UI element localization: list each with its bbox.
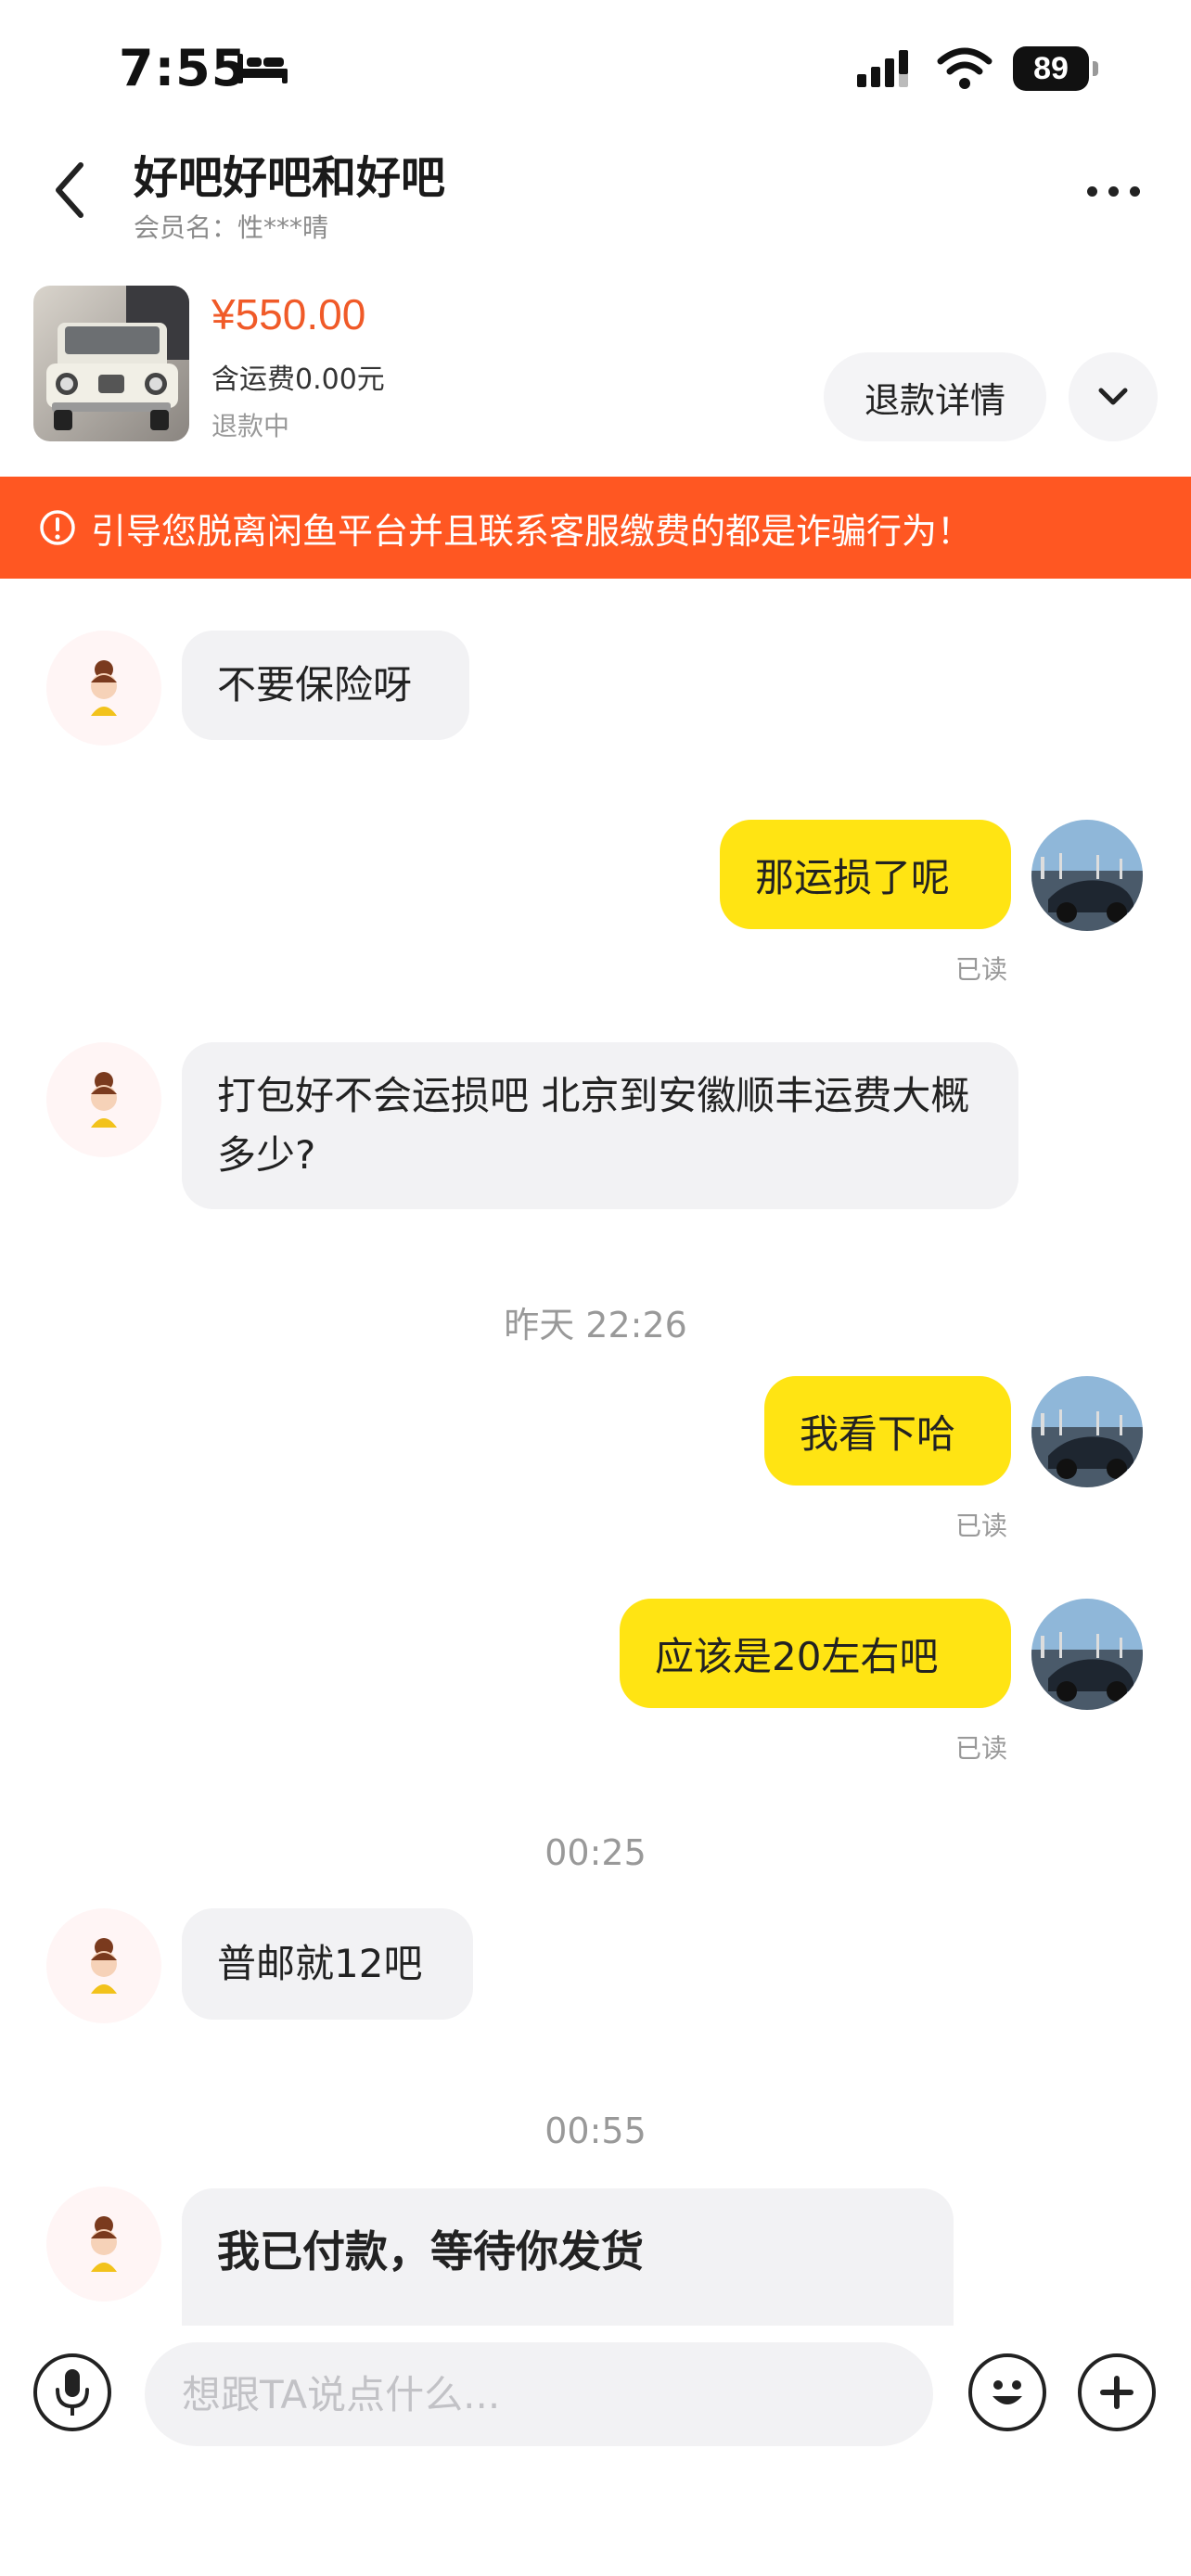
read-receipt: 已读 (955, 954, 1008, 985)
product-price: ¥550.00 (211, 290, 366, 338)
plus-icon (1100, 2376, 1133, 2409)
contact-avatar[interactable] (46, 631, 161, 746)
wifi-icon (937, 47, 992, 89)
read-receipt: 已读 (955, 1733, 1008, 1764)
timestamp: 00:25 (544, 1832, 647, 1873)
my-avatar[interactable] (1031, 1599, 1143, 1710)
timestamp: 00:55 (544, 2111, 647, 2151)
my-avatar[interactable] (1031, 820, 1143, 931)
timestamp: 昨天 22:26 (504, 1305, 687, 1345)
voice-button[interactable] (33, 2353, 111, 2431)
message-bubble-in[interactable]: 不要保险呀 (182, 631, 469, 740)
back-button[interactable] (37, 158, 102, 223)
signal-icon (857, 50, 908, 87)
bed-icon (237, 54, 288, 83)
expand-button[interactable] (1069, 352, 1158, 441)
chevron-down-icon (1098, 388, 1128, 405)
fraud-warning-banner: 引导您脱离闲鱼平台并且联系客服缴费的都是诈骗行为！ (0, 477, 1191, 579)
refund-detail-button[interactable]: 退款详情 (824, 352, 1046, 441)
product-thumbnail[interactable] (33, 286, 189, 441)
message-input[interactable] (145, 2342, 933, 2446)
warning-text: 引导您脱离闲鱼平台并且联系客服缴费的都是诈骗行为！ (91, 510, 973, 552)
emoji-button[interactable] (968, 2353, 1046, 2431)
message-bubble-in[interactable]: 普邮就12吧 (182, 1908, 473, 2020)
message-bubble-out[interactable]: 应该是20左右吧 (620, 1599, 1011, 1708)
contact-avatar[interactable] (46, 1042, 161, 1157)
back-icon (56, 162, 83, 218)
alert-icon (40, 510, 75, 545)
more-icon (1086, 185, 1097, 197)
shipping-fee: 含运费0.00元 (211, 363, 385, 396)
plus-button[interactable] (1078, 2353, 1156, 2431)
member-name: 会员名：性***晴 (134, 212, 329, 243)
message-bubble-out[interactable]: 我看下哈 (764, 1376, 1011, 1486)
contact-avatar[interactable] (46, 1908, 161, 2023)
chat-title: 好吧好吧和好吧 (134, 152, 446, 204)
more-button[interactable] (1076, 172, 1150, 210)
my-avatar[interactable] (1031, 1376, 1143, 1487)
mic-icon (56, 2369, 89, 2416)
read-receipt: 已读 (955, 1511, 1008, 1541)
battery-indicator: 89 (1013, 46, 1098, 91)
message-bubble-out[interactable]: 那运损了呢 (720, 820, 1011, 929)
message-bubble-in[interactable]: 打包好不会运损吧 北京到安徽顺丰运费大概多少? (182, 1042, 1018, 1209)
emoji-icon (992, 2380, 1022, 2404)
order-status: 退款中 (211, 411, 290, 441)
battery-level: 89 (1013, 46, 1089, 91)
contact-avatar[interactable] (46, 2187, 161, 2302)
status-time: 7:55 (119, 39, 248, 97)
